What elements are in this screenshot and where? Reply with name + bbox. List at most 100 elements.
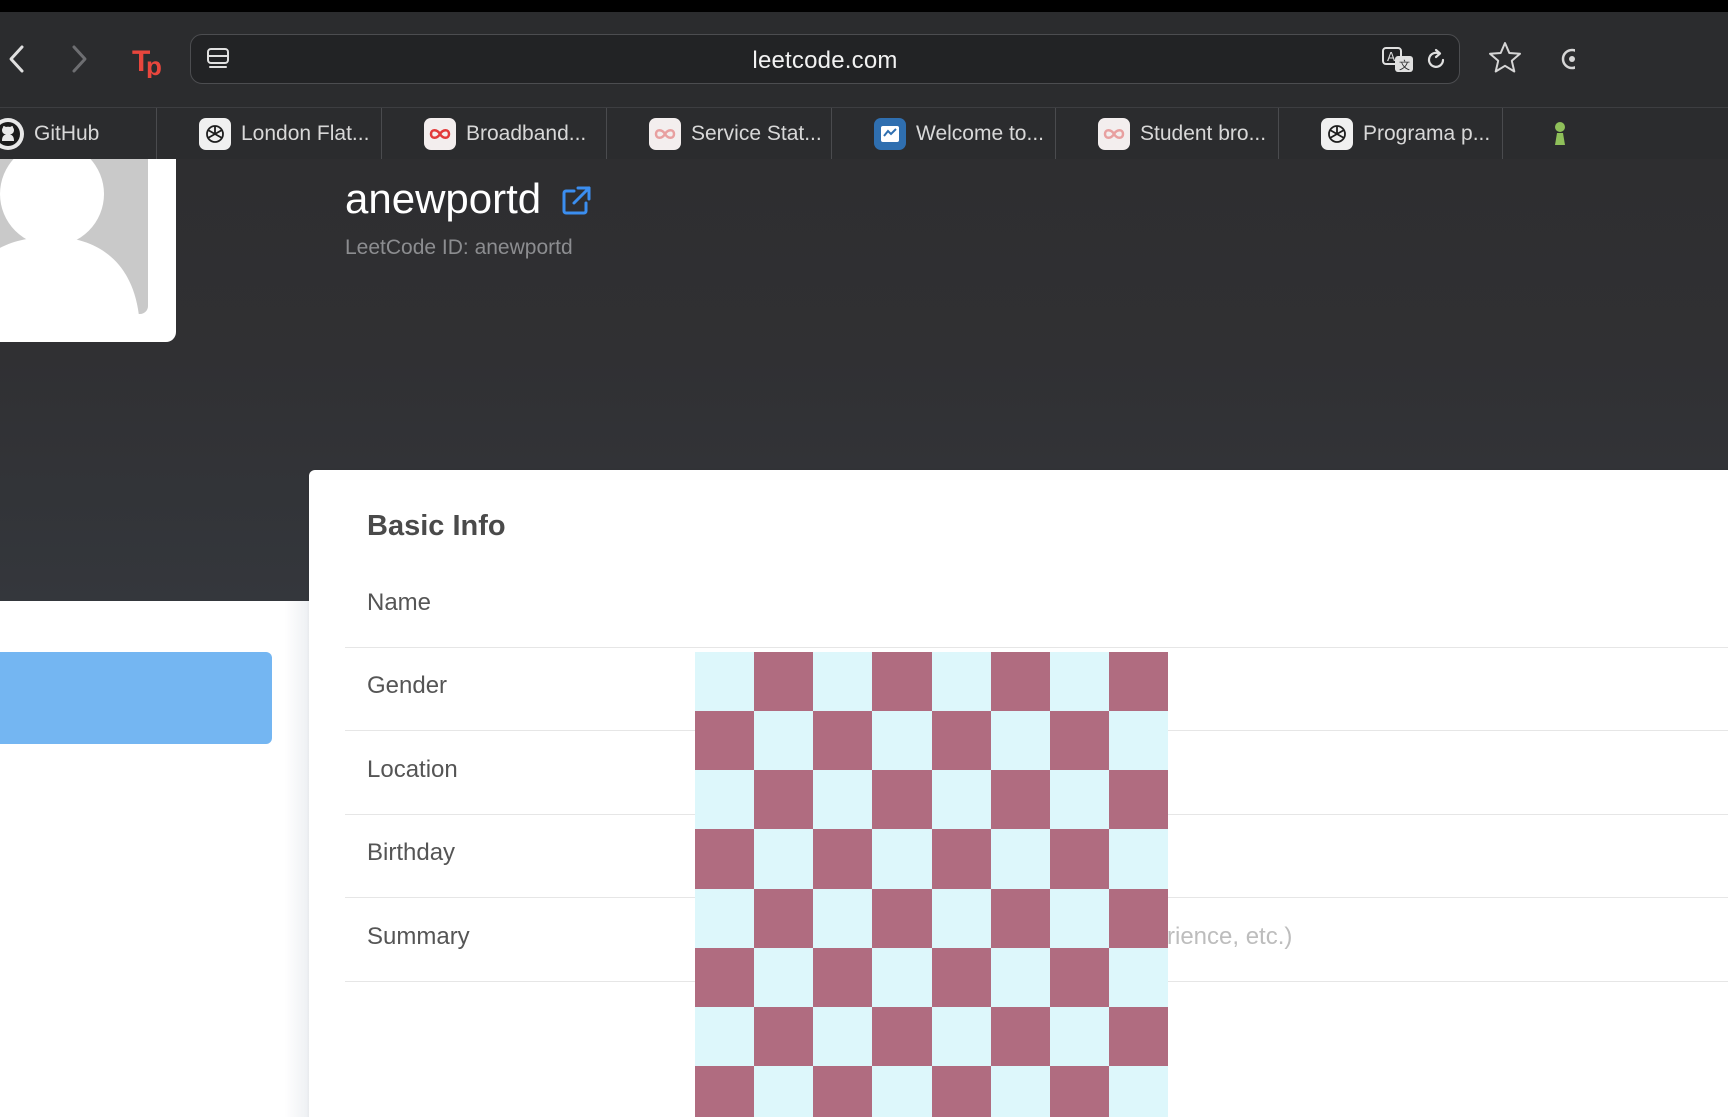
checker-cell: [990, 888, 1050, 948]
bookmark-label: Welcome to...: [916, 121, 1044, 145]
bookmark-overflow[interactable]: [1503, 108, 1728, 160]
checker-cell: [1049, 947, 1109, 1007]
default-avatar-icon: [0, 159, 148, 314]
reload-icon[interactable]: [1423, 47, 1449, 73]
row-label: Location: [367, 756, 458, 783]
checker-cell: [1108, 888, 1168, 948]
checker-cell: [754, 711, 814, 771]
external-link-icon[interactable]: [560, 185, 592, 217]
checker-cell: [695, 1006, 755, 1066]
bookmark-github[interactable]: GitHub: [0, 107, 157, 160]
bookmark-label: GitHub: [34, 121, 100, 145]
checker-cell: [990, 829, 1050, 889]
checker-cell: [1108, 1006, 1168, 1066]
avatar[interactable]: [0, 159, 176, 342]
checker-cell: [813, 711, 873, 771]
section-title: Basic Info: [367, 510, 506, 542]
checker-cell: [1049, 829, 1109, 889]
checker-cell: [931, 711, 991, 771]
checker-cell: [695, 829, 755, 889]
checker-cell: [872, 888, 932, 948]
bookmark-label: Student bro...: [1140, 121, 1267, 145]
checker-cell: [931, 1006, 991, 1066]
checker-cell: [990, 947, 1050, 1007]
svg-text:p: p: [146, 51, 162, 78]
checker-cell: [813, 829, 873, 889]
row-label: Gender: [367, 672, 448, 699]
tp-extension-icon[interactable]: T p: [132, 42, 168, 81]
checker-cell: [872, 829, 932, 889]
checker-cell: [990, 770, 1050, 830]
checker-cell: [1108, 711, 1168, 771]
checker-cell: [931, 947, 991, 1007]
bookmark-star-icon[interactable]: [1487, 40, 1523, 76]
bookmark-label: Service Stat...: [691, 121, 822, 145]
bookmark-london-flat[interactable]: London Flat...: [157, 107, 382, 160]
checker-cell: [754, 1065, 814, 1117]
chatgpt-icon: [199, 117, 231, 150]
checker-cell: [754, 947, 814, 1007]
checker-cell: [1108, 770, 1168, 830]
checker-cell: [1049, 711, 1109, 771]
checker-cell: [695, 711, 755, 771]
checker-cell: [813, 1065, 873, 1117]
bookmark-programa[interactable]: Programa p...: [1279, 107, 1503, 160]
checker-cell: [813, 888, 873, 948]
checker-cell: [754, 652, 814, 712]
checker-cell: [1049, 770, 1109, 830]
profile-action-button[interactable]: [0, 652, 272, 744]
browser-toolbar: T p leetcode.com A 文: [0, 12, 1728, 107]
back-button[interactable]: [0, 42, 34, 76]
github-icon: [0, 117, 24, 150]
checker-cell: [931, 1065, 991, 1117]
bookmark-broadband[interactable]: Broadband...: [382, 107, 607, 160]
svg-text:A: A: [1387, 50, 1396, 64]
checker-cell: [990, 1065, 1050, 1117]
checker-cell: [931, 829, 991, 889]
infinity-icon: [1098, 117, 1130, 150]
checker-cell: [695, 1065, 755, 1117]
checker-cell: [813, 947, 873, 1007]
welcome-icon: [874, 117, 906, 150]
bookmark-label: London Flat...: [241, 121, 370, 145]
svg-text:文: 文: [1399, 58, 1410, 72]
chevron-left-icon: [9, 45, 24, 73]
username: anewportd: [345, 175, 542, 222]
checker-cell: [695, 770, 755, 830]
extensions-icon[interactable]: [1555, 42, 1575, 76]
chatgpt-icon: [1321, 117, 1353, 150]
checker-cell: [1049, 652, 1109, 712]
info-row-name[interactable]: Name: [345, 565, 1728, 648]
bookmark-service-status[interactable]: Service Stat...: [607, 107, 832, 160]
checker-cell: [754, 829, 814, 889]
address-bar[interactable]: leetcode.com A 文: [190, 34, 1460, 84]
checker-cell: [813, 770, 873, 830]
summary-placeholder: rience, etc.): [1167, 923, 1293, 950]
checker-cell: [695, 888, 755, 948]
checker-cell: [754, 770, 814, 830]
checker-cell: [931, 770, 991, 830]
translate-icon[interactable]: A 文: [1381, 46, 1417, 74]
bookmark-student-broadband[interactable]: Student bro...: [1056, 107, 1279, 160]
bookmark-welcome[interactable]: Welcome to...: [832, 107, 1056, 160]
bookmarks-bar: GitHub London Flat... Broadband... Servi…: [0, 107, 1728, 160]
checker-cell: [695, 947, 755, 1007]
checker-cell: [990, 1006, 1050, 1066]
profile-page: anewportd LeetCode ID: anewportd Basic I…: [0, 159, 1728, 1117]
bookmark-label: Broadband...: [466, 121, 587, 145]
checker-cell: [1049, 1006, 1109, 1066]
infinity-icon: [424, 117, 456, 150]
redaction-checkerboard: [695, 652, 1168, 1117]
checker-cell: [872, 652, 932, 712]
checker-cell: [872, 947, 932, 1007]
checker-cell: [813, 652, 873, 712]
window-top-strip: [0, 0, 1728, 12]
bookmark-label: Programa p...: [1363, 121, 1491, 145]
forward-button[interactable]: [62, 42, 96, 76]
checker-cell: [754, 1006, 814, 1066]
leetcode-id: LeetCode ID: anewportd: [345, 236, 573, 259]
checker-cell: [1108, 947, 1168, 1007]
row-label: Birthday: [367, 839, 456, 866]
url-text[interactable]: leetcode.com: [191, 47, 1459, 75]
checker-cell: [872, 1065, 932, 1117]
